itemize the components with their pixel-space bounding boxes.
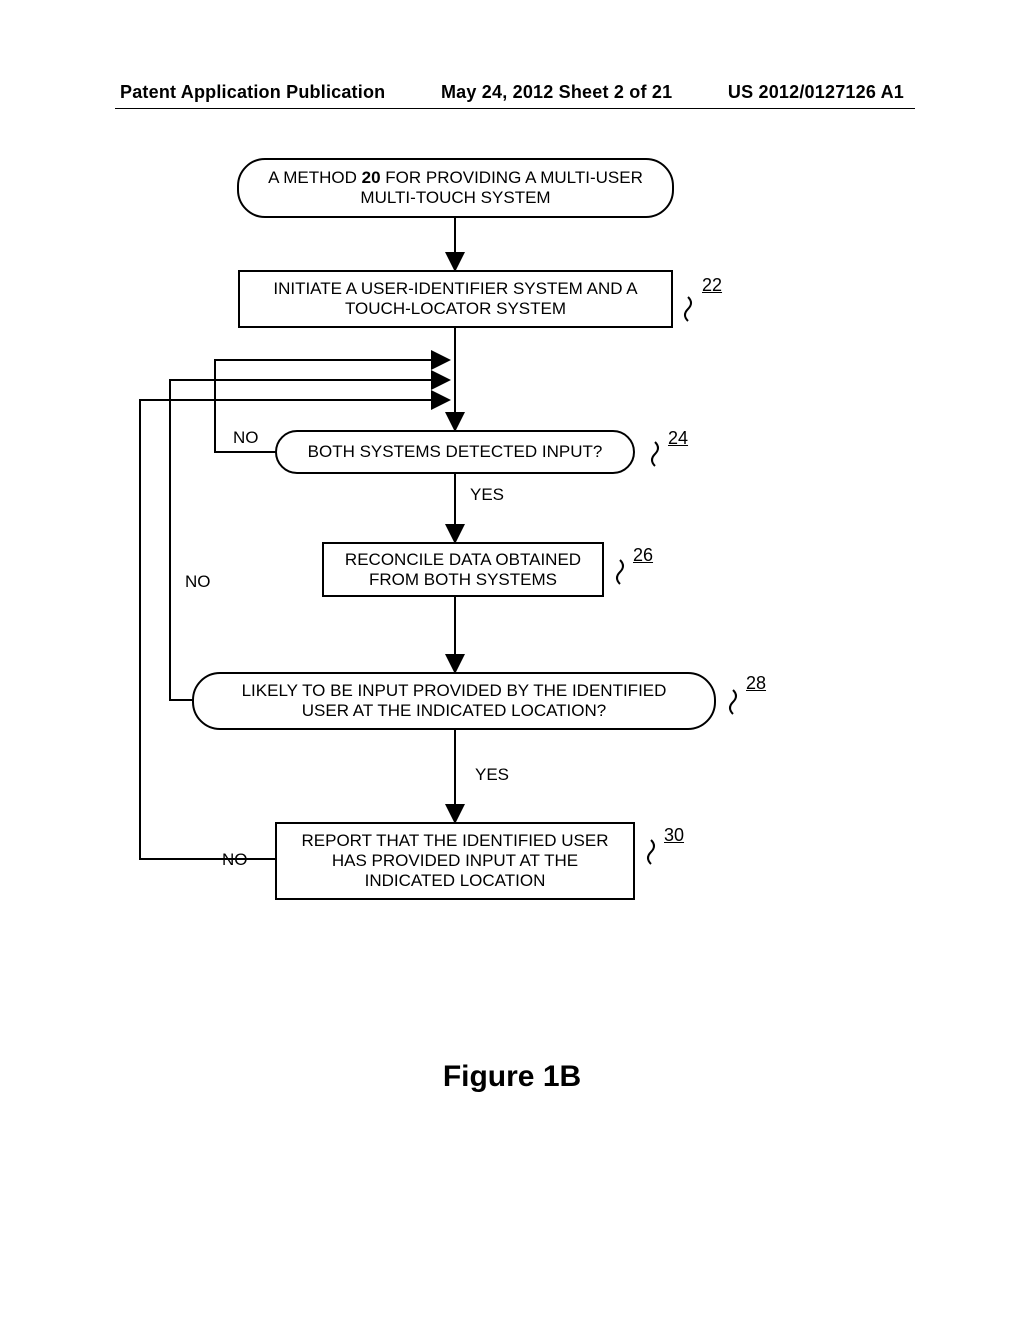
label-no-30: NO (222, 850, 248, 870)
figure-caption: Figure 1B (0, 1060, 1024, 1094)
label-no-24: NO (233, 428, 259, 448)
node-28: LIKELY TO BE INPUT PROVIDED BY THE IDENT… (192, 672, 716, 730)
start-bold-num: 20 (362, 168, 381, 187)
flowchart: A METHOD 20 FOR PROVIDING A MULTI-USER M… (0, 140, 1024, 1040)
node-28-line2: USER AT THE INDICATED LOCATION? (302, 701, 606, 720)
node-26-text: RECONCILE DATA OBTAINED FROM BOTH SYSTEM… (345, 550, 581, 590)
start-prefix: A METHOD (268, 168, 362, 187)
label-yes-28: YES (475, 765, 509, 785)
node-30-line3: INDICATED LOCATION (365, 871, 546, 890)
ref-30: 30 (664, 825, 684, 846)
node-26: RECONCILE DATA OBTAINED FROM BOTH SYSTEM… (322, 542, 604, 597)
node-28-line1: LIKELY TO BE INPUT PROVIDED BY THE IDENT… (242, 681, 667, 700)
node-30: REPORT THAT THE IDENTIFIED USER HAS PROV… (275, 822, 635, 900)
node-28-text: LIKELY TO BE INPUT PROVIDED BY THE IDENT… (242, 681, 667, 721)
node-24: BOTH SYSTEMS DETECTED INPUT? (275, 430, 635, 474)
start-text: A METHOD 20 FOR PROVIDING A MULTI-USER M… (268, 168, 643, 208)
node-26-line2: FROM BOTH SYSTEMS (369, 570, 557, 589)
node-30-line1: REPORT THAT THE IDENTIFIED USER (302, 831, 609, 850)
node-22-text: INITIATE A USER-IDENTIFIER SYSTEM AND A … (273, 279, 637, 319)
node-22-line1: INITIATE A USER-IDENTIFIER SYSTEM AND A (273, 279, 637, 298)
header-right: US 2012/0127126 A1 (728, 82, 904, 103)
ref-24: 24 (668, 428, 688, 449)
node-30-line2: HAS PROVIDED INPUT AT THE (332, 851, 578, 870)
node-22: INITIATE A USER-IDENTIFIER SYSTEM AND A … (238, 270, 673, 328)
node-22-line2: TOUCH-LOCATOR SYSTEM (345, 299, 566, 318)
label-yes-24: YES (470, 485, 504, 505)
start-node: A METHOD 20 FOR PROVIDING A MULTI-USER M… (237, 158, 674, 218)
start-line2: MULTI-TOUCH SYSTEM (360, 188, 550, 207)
page-header: Patent Application Publication May 24, 2… (0, 82, 1024, 103)
node-26-line1: RECONCILE DATA OBTAINED (345, 550, 581, 569)
label-no-28: NO (185, 572, 211, 592)
header-center: May 24, 2012 Sheet 2 of 21 (441, 82, 672, 103)
header-left: Patent Application Publication (120, 82, 385, 103)
ref-22: 22 (702, 275, 722, 296)
ref-28: 28 (746, 673, 766, 694)
node-24-line1: BOTH SYSTEMS DETECTED INPUT? (308, 442, 603, 462)
ref-26: 26 (633, 545, 653, 566)
start-suffix: FOR PROVIDING A MULTI-USER (381, 168, 643, 187)
header-divider (115, 108, 915, 109)
node-30-text: REPORT THAT THE IDENTIFIED USER HAS PROV… (302, 831, 609, 891)
